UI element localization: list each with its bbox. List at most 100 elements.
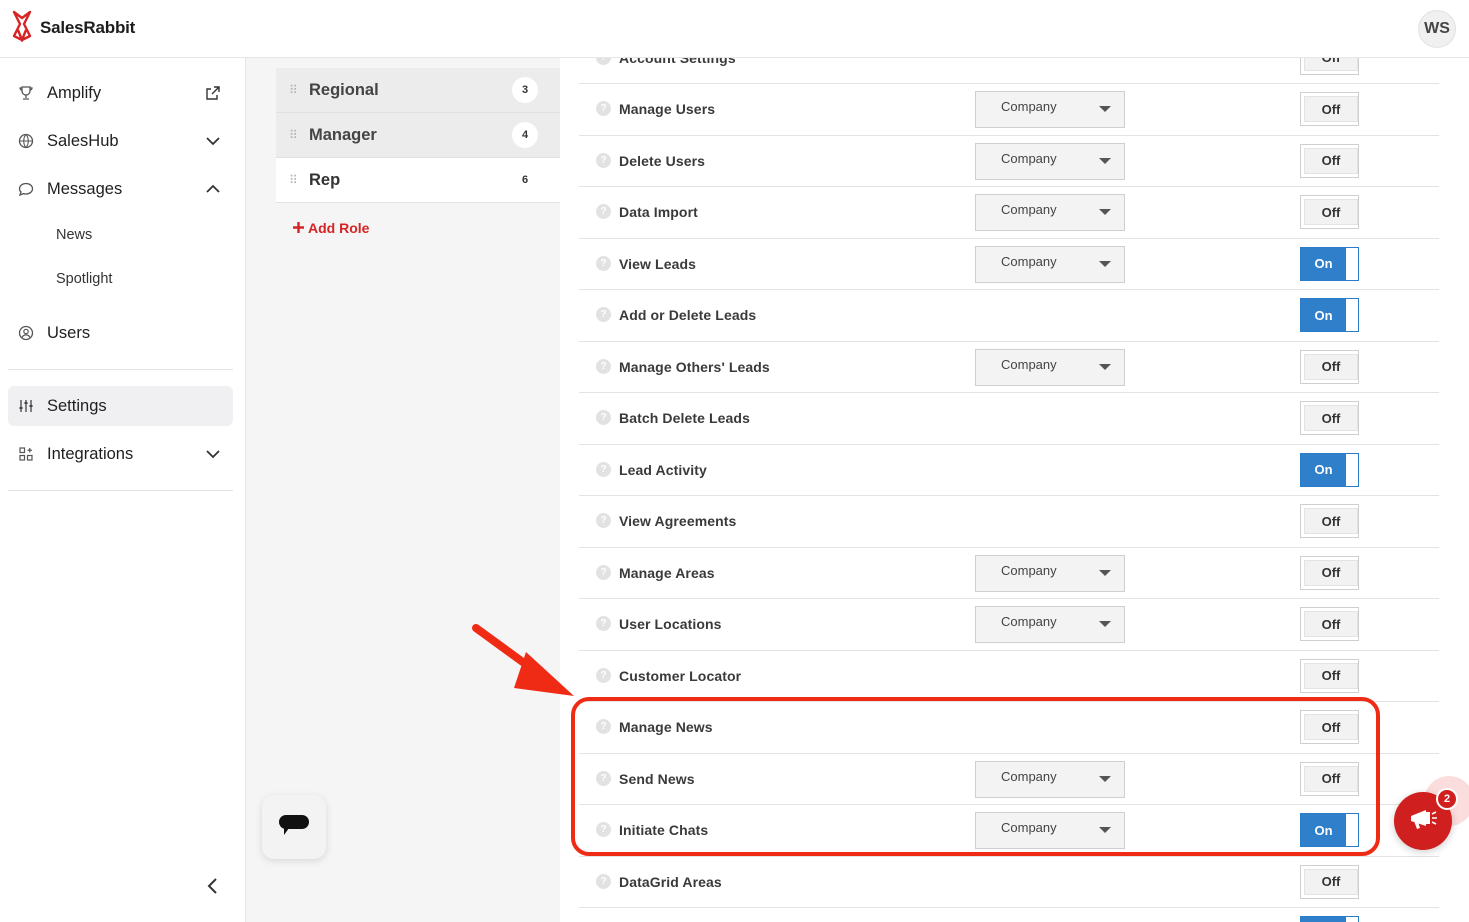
permission-toggle[interactable]: Off (1300, 710, 1359, 744)
sidebar-item-messages[interactable]: Messages (8, 169, 233, 209)
permission-toggle[interactable]: On (1300, 452, 1359, 487)
chevron-down-icon[interactable] (205, 133, 221, 149)
permission-toggle[interactable]: Off (1300, 195, 1359, 229)
permission-scope-select[interactable]: Company (975, 348, 1125, 386)
sidebar-item-settings[interactable]: Settings (8, 386, 233, 426)
help-question-icon[interactable]: ? (596, 822, 611, 837)
help-question-icon[interactable]: ? (596, 204, 611, 219)
help-question-icon[interactable]: ? (596, 770, 611, 786)
toggle-state-label: Off (1304, 559, 1358, 586)
help-question-icon[interactable]: ? (596, 255, 611, 271)
help-question-icon[interactable]: ? (596, 58, 611, 65)
permission-row: ? Manage Others' Leads Company Off (579, 341, 1439, 393)
role-name: Manager (309, 125, 377, 144)
sidebar-item-integrations[interactable]: Integrations (8, 434, 233, 474)
permission-toggle[interactable]: Off (1300, 401, 1359, 435)
permission-toggle[interactable]: Off (1300, 658, 1359, 693)
scope-select-value: Company (1001, 99, 1057, 114)
permission-label: Lead Activity (619, 461, 707, 478)
permission-row: ? Account Settings Off (579, 58, 1439, 84)
permission-toggle[interactable]: Off (1300, 92, 1359, 126)
caret-down-icon (1099, 827, 1111, 833)
permission-scope-select[interactable]: Company (975, 760, 1125, 798)
user-avatar[interactable]: WS (1418, 10, 1456, 48)
sidebar-item-amplify[interactable]: Amplify (8, 73, 233, 113)
permission-toggle[interactable]: Off (1300, 349, 1359, 384)
sidebar-subitem-spotlight[interactable]: Spotlight (56, 271, 112, 287)
permission-scope-select[interactable]: Company (975, 554, 1125, 592)
permission-scope-select[interactable]: Company (975, 812, 1125, 849)
permission-toggle[interactable]: On (1300, 813, 1359, 847)
chevron-up-icon[interactable] (205, 181, 221, 197)
collapse-sidebar-chevron-left-icon[interactable] (204, 876, 222, 896)
sidebar-item-label: SalesHub (47, 131, 119, 150)
drag-handle-icon[interactable]: ⠿ (289, 174, 298, 186)
permission-toggle[interactable]: On (1300, 298, 1359, 332)
sidebar-item-label: Messages (47, 179, 123, 198)
help-question-icon[interactable]: ? (596, 307, 611, 322)
toggle-state-label: On (1301, 814, 1346, 846)
sidebar-divider (8, 369, 233, 370)
permission-row: On (579, 908, 1439, 922)
role-item-rep[interactable]: ⠿ Rep 6 (276, 158, 560, 203)
permission-toggle[interactable]: Off (1300, 864, 1359, 899)
permission-row: ? Lead Activity On (579, 444, 1439, 496)
sidebar-subitem-news[interactable]: News (56, 227, 92, 243)
user-circle-icon (18, 325, 34, 341)
sidebar-item-users[interactable]: Users (8, 313, 233, 353)
permission-label: Manage News (619, 719, 713, 735)
caret-down-icon (1099, 569, 1111, 576)
help-question-icon[interactable]: ? (596, 101, 611, 116)
chat-launcher-button[interactable] (262, 795, 326, 859)
permission-list: ? Account Settings Off? Manage Users Company… (579, 58, 1439, 922)
chevron-down-icon[interactable] (205, 446, 221, 462)
permission-toggle[interactable]: On (1300, 246, 1359, 281)
help-question-icon[interactable]: ? (596, 564, 611, 580)
permission-scope-select[interactable]: Company (975, 245, 1125, 283)
drag-handle-icon[interactable]: ⠿ (289, 129, 298, 141)
help-question-icon[interactable]: ? (596, 667, 611, 683)
role-item-regional[interactable]: ⠿ Regional 3 (276, 68, 560, 113)
permission-row: ? Manage Users Company Off (579, 84, 1439, 136)
permission-toggle[interactable]: Off (1300, 555, 1359, 590)
megaphone-icon (1408, 806, 1438, 837)
permission-label: Customer Locator (619, 667, 742, 684)
permission-toggle[interactable]: Off (1300, 58, 1359, 75)
help-question-icon[interactable]: ? (596, 410, 611, 425)
sidebar-item-saleshub[interactable]: SalesHub (8, 121, 233, 161)
drag-handle-icon[interactable]: ⠿ (289, 84, 298, 96)
permission-label: View Agreements (619, 513, 737, 529)
help-question-icon[interactable]: ? (596, 719, 611, 734)
help-question-icon[interactable]: ? (596, 152, 611, 168)
permission-label: Initiate Chats (619, 822, 709, 838)
permission-label: Send News (619, 770, 695, 787)
permission-row: ? DataGrid Areas Off (579, 856, 1439, 908)
globe-icon (18, 133, 34, 149)
permission-scope-select[interactable]: Company (975, 91, 1125, 128)
role-user-count: 3 (512, 77, 538, 103)
permission-toggle[interactable]: Off (1300, 607, 1359, 641)
permission-toggle[interactable]: On (1300, 916, 1359, 922)
help-question-icon[interactable]: ? (596, 873, 611, 889)
help-question-icon[interactable]: ? (596, 358, 611, 374)
permission-toggle[interactable]: Off (1300, 504, 1359, 538)
toggle-state-label: Off (1304, 96, 1358, 122)
help-question-icon[interactable]: ? (596, 513, 611, 528)
permission-scope-select[interactable]: Company (975, 194, 1125, 231)
role-user-count: 4 (512, 122, 538, 148)
role-item-manager[interactable]: ⠿ Manager 4 (276, 113, 560, 158)
help-question-icon[interactable]: ? (596, 616, 611, 631)
permission-toggle[interactable]: Off (1300, 761, 1359, 796)
permission-label: Batch Delete Leads (619, 410, 750, 426)
grid-plus-icon (18, 446, 34, 462)
permission-row: ? Manage Areas Company Off (579, 547, 1439, 599)
add-role-button[interactable]: Add Role (293, 220, 369, 236)
permission-toggle[interactable]: Off (1300, 143, 1359, 178)
permission-scope-select[interactable]: Company (975, 142, 1125, 180)
permission-scope-select[interactable]: Company (975, 606, 1125, 643)
app-logo[interactable]: SalesRabbit (10, 10, 135, 44)
scope-select-value: Company (1001, 820, 1057, 835)
toggle-knob (1346, 299, 1358, 331)
permission-row: ? User Locations Company Off (579, 599, 1439, 651)
help-question-icon[interactable]: ? (596, 461, 611, 477)
